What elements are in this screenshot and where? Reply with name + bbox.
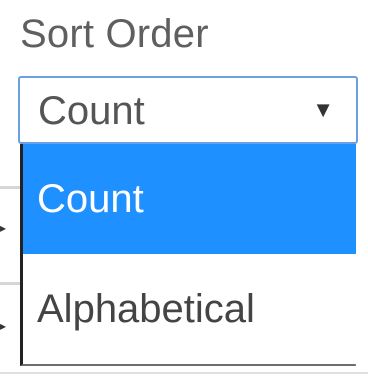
sort-order-select[interactable]: Count ▼	[18, 76, 358, 144]
sort-order-dropdown-list: Count Alphabetical	[20, 144, 356, 366]
table-row-divider	[0, 186, 20, 189]
table-bottom-border	[0, 372, 368, 374]
caret-down-icon: ▼	[312, 97, 334, 122]
option-alphabetical[interactable]: Alphabetical	[23, 254, 356, 364]
option-label: Alphabetical	[37, 286, 255, 331]
sort-order-label: Sort Order	[20, 12, 209, 56]
table-row-divider	[0, 282, 20, 285]
sort-order-widget: Sort Order Count ▼ ▸ ▸ Count Alphabetica…	[0, 0, 368, 380]
expand-arrow-icon[interactable]: ▸	[0, 320, 10, 332]
sort-order-selected-value: Count	[38, 89, 145, 133]
expand-arrow-icon[interactable]: ▸	[0, 222, 10, 234]
option-count[interactable]: Count	[23, 144, 356, 254]
option-label: Count	[37, 176, 144, 221]
